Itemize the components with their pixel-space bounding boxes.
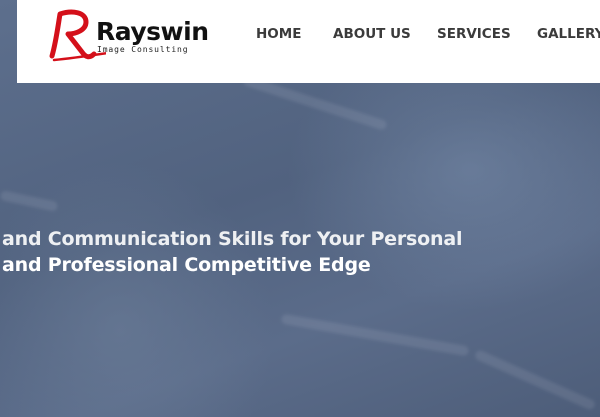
hero-headline-line-1: and Communication Skills for Your Person…	[2, 228, 463, 250]
nav-item-home[interactable]: HOME	[256, 26, 301, 42]
nav-item-services[interactable]: SERVICES	[437, 26, 511, 42]
brand-name: Rayswin	[96, 17, 209, 46]
hero-headline-line-2: and Professional Competitive Edge	[2, 254, 371, 276]
site-header: Rayswin Image Consulting HOME ABOUT US S…	[17, 0, 600, 83]
background-ceiling-stripe	[242, 75, 388, 131]
background-ceiling-stripe	[473, 348, 597, 412]
brand-logo[interactable]: Rayswin Image Consulting	[46, 8, 209, 62]
brand-tagline: Image Consulting	[97, 45, 189, 54]
background-ceiling-stripe	[0, 190, 59, 212]
background-ceiling-stripe	[280, 313, 470, 357]
nav-item-about-us[interactable]: ABOUT US	[333, 26, 411, 42]
nav-item-gallery[interactable]: GALLERY	[537, 26, 600, 42]
